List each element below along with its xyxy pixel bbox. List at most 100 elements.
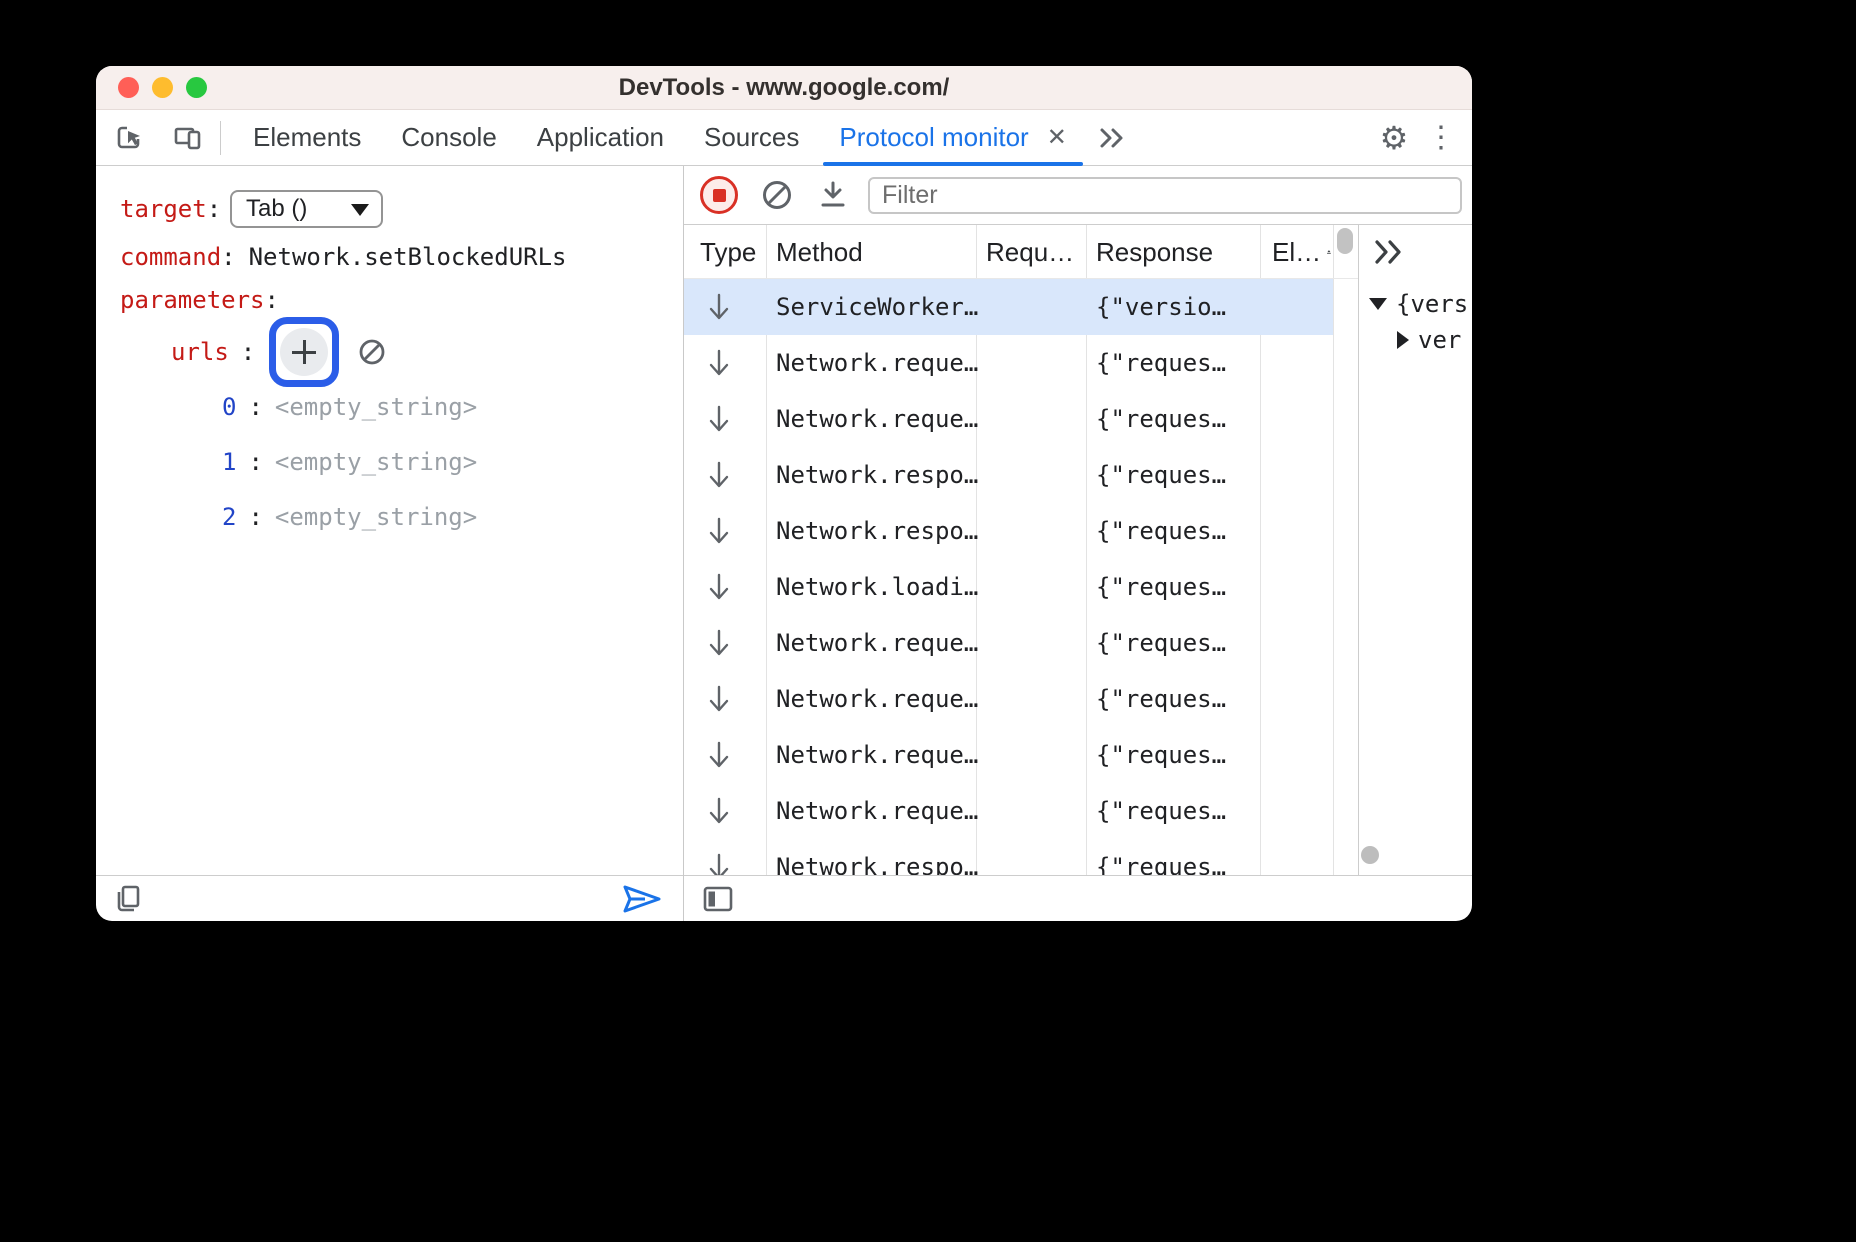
method-cell: Network.reque… (776, 727, 978, 783)
colon: : (265, 286, 279, 314)
response-cell: {"reques… (1096, 447, 1226, 503)
item-value[interactable]: <empty_string> (275, 393, 477, 421)
inspect-cursor-icon (114, 122, 146, 154)
method-cell: Network.reque… (776, 615, 978, 671)
response-cell: {"reques… (1096, 671, 1226, 727)
column-header-type[interactable]: Type (700, 225, 764, 279)
expand-sidebar-button[interactable] (1371, 237, 1405, 267)
protocol-row[interactable]: Network.reque… {"reques… (684, 727, 1333, 783)
stop-square-icon (713, 189, 726, 202)
protocol-row[interactable]: Network.reque… {"reques… (684, 783, 1333, 839)
column-header-response[interactable]: Response (1096, 225, 1258, 279)
received-arrow-icon (706, 852, 732, 875)
tree-item-root[interactable]: {vers (1369, 287, 1468, 321)
response-cell: {"reques… (1096, 503, 1226, 559)
parameters-key: parameters (120, 286, 265, 314)
method-cell: Network.loadi… (776, 559, 978, 615)
target-row: target: (120, 190, 221, 228)
protocol-row[interactable]: Network.reque… {"reques… (684, 615, 1333, 671)
sidebar-toggle-icon (702, 885, 734, 913)
urls-row: urls : (171, 317, 387, 387)
protocol-row[interactable]: Network.respo… {"reques… (684, 503, 1333, 559)
column-header-method[interactable]: Method (776, 225, 974, 279)
column-header-elapsed[interactable]: El… (1272, 225, 1332, 279)
clear-log-button[interactable] (760, 178, 794, 212)
settings-gear-icon[interactable]: ⚙ (1372, 119, 1416, 157)
toggle-sidebar-button[interactable] (702, 885, 734, 913)
vertical-scrollbar-thumb[interactable] (1337, 228, 1353, 254)
add-array-item-button[interactable] (280, 328, 328, 376)
url-item-row[interactable]: 0 : <empty_string> (222, 392, 477, 422)
send-command-button[interactable] (619, 880, 665, 918)
chevron-double-right-icon (1095, 124, 1127, 152)
item-value[interactable]: <empty_string> (275, 448, 477, 476)
protocol-row[interactable]: Network.respo… {"reques… (684, 839, 1333, 875)
save-log-button[interactable] (816, 178, 850, 212)
response-cell: {"reques… (1096, 335, 1226, 391)
protocol-row[interactable]: ServiceWorker… {"versio… (684, 279, 1333, 335)
command-value: Network.setBlockedURLs (249, 243, 567, 271)
response-cell: {"reques… (1096, 783, 1226, 839)
protocol-row[interactable]: Network.respo… {"reques… (684, 447, 1333, 503)
method-cell: Network.reque… (776, 391, 978, 447)
response-cell: {"reques… (1096, 391, 1226, 447)
table-header: Type Method Requ… Response El… (684, 225, 1358, 279)
received-arrow-icon (706, 292, 732, 322)
response-cell: {"reques… (1096, 839, 1226, 875)
kebab-menu-icon[interactable]: ⋮ (1426, 120, 1456, 155)
colon: : (207, 195, 221, 223)
more-tabs-button[interactable] (1087, 124, 1135, 152)
protocol-row[interactable]: Network.reque… {"reques… (684, 671, 1333, 727)
command-editor: target: Tab () command: Network.setBlock… (96, 166, 683, 875)
chevron-double-right-icon (1371, 237, 1405, 267)
method-cell: Network.respo… (776, 839, 978, 875)
traffic-lights (118, 66, 207, 109)
horizontal-scrollbar-thumb[interactable] (1361, 846, 1379, 864)
method-cell: ServiceWorker… (776, 279, 978, 335)
command-editor-panel: target: Tab () command: Network.setBlock… (96, 166, 684, 921)
tabbar-separator (220, 121, 221, 155)
response-cell: {"reques… (1096, 727, 1226, 783)
colon: : (241, 338, 255, 366)
received-arrow-icon (706, 740, 732, 770)
protocol-row[interactable]: Network.reque… {"reques… (684, 335, 1333, 391)
tree-item-child[interactable]: ver (1397, 323, 1461, 357)
received-arrow-icon (706, 684, 732, 714)
inspect-element-button[interactable] (110, 118, 150, 158)
minimize-window-button[interactable] (152, 77, 173, 98)
clear-array-button[interactable] (357, 337, 387, 367)
tab-elements[interactable]: Elements (233, 110, 381, 165)
tree-expanded-icon[interactable] (1369, 298, 1387, 310)
log-toolbar (684, 166, 1472, 225)
target-select[interactable]: Tab () (230, 190, 383, 228)
device-toolbar-button[interactable] (168, 118, 208, 158)
column-divider (1333, 225, 1334, 875)
close-tab-icon[interactable]: ✕ (1047, 123, 1067, 152)
log-table-area: Type Method Requ… Response El… (684, 225, 1472, 875)
tab-console[interactable]: Console (381, 110, 516, 165)
window-titlebar[interactable]: DevTools - www.google.com/ (96, 66, 1472, 110)
tab-protocol-monitor[interactable]: Protocol monitor ✕ (819, 110, 1086, 165)
received-arrow-icon (706, 404, 732, 434)
protocol-row[interactable]: Network.reque… {"reques… (684, 391, 1333, 447)
zoom-window-button[interactable] (186, 77, 207, 98)
column-header-request[interactable]: Requ… (986, 225, 1084, 279)
copy-command-button[interactable] (112, 883, 144, 915)
tab-sources[interactable]: Sources (684, 110, 819, 165)
protocol-row[interactable]: Network.loadi… {"reques… (684, 559, 1333, 615)
target-select-value: Tab () (246, 195, 307, 223)
record-stop-button[interactable] (700, 176, 738, 214)
tree-collapsed-icon[interactable] (1397, 331, 1409, 349)
received-arrow-icon (706, 460, 732, 490)
command-row[interactable]: command: Network.setBlockedURLs (120, 242, 567, 272)
url-item-row[interactable]: 2 : <empty_string> (222, 502, 477, 532)
url-item-row[interactable]: 1 : <empty_string> (222, 447, 477, 477)
tab-application[interactable]: Application (517, 110, 684, 165)
copy-icon (112, 883, 144, 915)
filter-input[interactable] (868, 177, 1462, 214)
tree-child-label: ver (1418, 326, 1461, 354)
window-title: DevTools - www.google.com/ (619, 74, 950, 102)
item-value[interactable]: <empty_string> (275, 503, 477, 531)
close-window-button[interactable] (118, 77, 139, 98)
item-index: 0 (222, 393, 236, 421)
